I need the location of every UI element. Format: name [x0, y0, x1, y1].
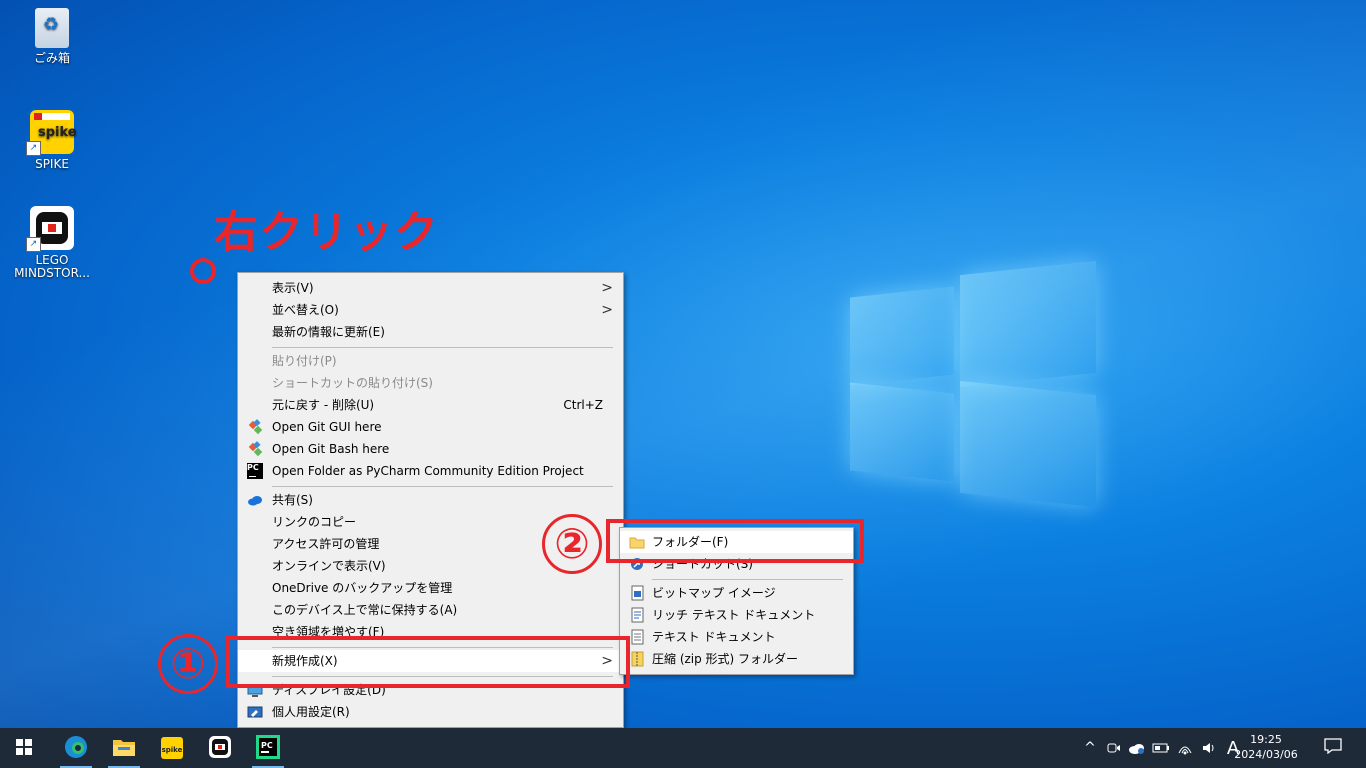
pycharm-icon: PC: [247, 463, 263, 479]
menu-item-view[interactable]: 表示(V) >: [238, 277, 623, 299]
desktop-icon-spike[interactable]: spike ↗ SPIKE: [12, 110, 92, 171]
file-explorer-icon: [112, 737, 136, 760]
menu-item-open-git-bash[interactable]: Open Git Bash here: [238, 438, 623, 460]
meet-now-icon[interactable]: [1104, 728, 1124, 768]
desktop-icon-recycle-bin[interactable]: ♻ ごみ箱: [12, 8, 92, 65]
annotation-box-new: [226, 636, 630, 688]
annotation-right-click: 右クリック: [214, 207, 439, 258]
spike-icon: spike: [161, 737, 183, 759]
desktop-icon-lego-mindstorms[interactable]: ↗ LEGO MINDSTOR...: [12, 206, 92, 280]
taskbar-file-explorer[interactable]: [100, 728, 148, 768]
desktop-icon-label: LEGO MINDSTOR...: [14, 253, 90, 280]
zip-folder-icon: [629, 651, 645, 667]
git-icon: [247, 441, 263, 457]
action-center-button[interactable]: [1318, 728, 1348, 768]
onedrive-icon: [247, 492, 263, 508]
personalize-icon: [247, 704, 263, 720]
chevron-right-icon: >: [601, 280, 613, 296]
spike-app-icon: spike ↗: [26, 110, 77, 156]
desktop-icon-label: SPIKE: [35, 157, 69, 171]
annotation-box-folder: [606, 519, 864, 563]
annotation-step-2: ②: [542, 514, 602, 574]
chevron-right-icon: >: [601, 302, 613, 318]
recycle-bin-icon: ♻: [35, 8, 69, 48]
taskbar-spike[interactable]: spike: [148, 728, 196, 768]
taskbar-edge[interactable]: [52, 728, 100, 768]
git-icon: [247, 419, 263, 435]
menu-item-onedrive-backup[interactable]: OneDrive のバックアップを管理: [238, 577, 623, 599]
annotation-step-1: ①: [158, 634, 218, 694]
taskbar-pycharm[interactable]: PC: [244, 728, 292, 768]
menu-item-open-git-gui[interactable]: Open Git GUI here: [238, 416, 623, 438]
submenu-item-new-rtf[interactable]: リッチ テキスト ドキュメント: [620, 604, 853, 626]
menu-shortcut-key: Ctrl+Z: [563, 398, 603, 412]
clock-date: 2024/03/06: [1234, 748, 1298, 761]
volume-icon[interactable]: [1198, 728, 1220, 768]
mindstorms-app-icon: ↗: [26, 206, 74, 252]
menu-item-paste-shortcut[interactable]: ショートカットの貼り付け(S): [238, 372, 623, 394]
start-button[interactable]: [0, 728, 48, 768]
submenu-item-new-text[interactable]: テキスト ドキュメント: [620, 626, 853, 648]
svg-text:PC: PC: [261, 741, 273, 750]
notification-icon: [1324, 738, 1342, 758]
menu-item-sort[interactable]: 並べ替え(O) >: [238, 299, 623, 321]
menu-item-personalize[interactable]: 個人用設定(R): [238, 701, 623, 723]
battery-icon[interactable]: [1150, 728, 1172, 768]
windows-wallpaper-logo: [850, 258, 1096, 510]
menu-item-undo-delete[interactable]: 元に戻す - 削除(U) Ctrl+Z: [238, 394, 623, 416]
onedrive-tray-icon[interactable]: [1126, 728, 1148, 768]
menu-item-always-keep[interactable]: このデバイス上で常に保持する(A): [238, 599, 623, 621]
menu-item-refresh[interactable]: 最新の情報に更新(E): [238, 321, 623, 343]
submenu-item-new-bitmap[interactable]: ビットマップ イメージ: [620, 582, 853, 604]
windows-start-icon: [16, 738, 32, 758]
text-doc-icon: [629, 629, 645, 645]
shortcut-arrow-icon: ↗: [26, 237, 41, 252]
rtf-icon: [629, 607, 645, 623]
desktop-icon-label: ごみ箱: [33, 51, 70, 65]
clock-time: 19:25: [1250, 733, 1282, 746]
pycharm-icon: PC: [256, 734, 280, 762]
menu-item-open-pycharm[interactable]: PC Open Folder as PyCharm Community Edit…: [238, 460, 623, 482]
annotation-click-point: [190, 258, 216, 284]
wifi-icon[interactable]: [1174, 728, 1196, 768]
mindstorms-icon: [208, 735, 232, 762]
tray-show-hidden-icons[interactable]: ^: [1080, 728, 1100, 768]
taskbar-clock[interactable]: 19:25 2024/03/06: [1226, 732, 1306, 762]
taskbar-mindstorms[interactable]: [196, 728, 244, 768]
menu-separator: [272, 347, 613, 348]
menu-item-share[interactable]: 共有(S): [238, 489, 623, 511]
edge-icon: [64, 735, 88, 762]
menu-item-paste[interactable]: 貼り付け(P): [238, 350, 623, 372]
submenu-item-new-zip[interactable]: 圧縮 (zip 形式) フォルダー: [620, 648, 853, 670]
menu-separator: [652, 579, 843, 580]
bitmap-icon: [629, 585, 645, 601]
shortcut-arrow-icon: ↗: [26, 141, 41, 156]
menu-separator: [272, 486, 613, 487]
taskbar: spike PC ^ A 19:25 2024/03/06: [0, 728, 1366, 768]
